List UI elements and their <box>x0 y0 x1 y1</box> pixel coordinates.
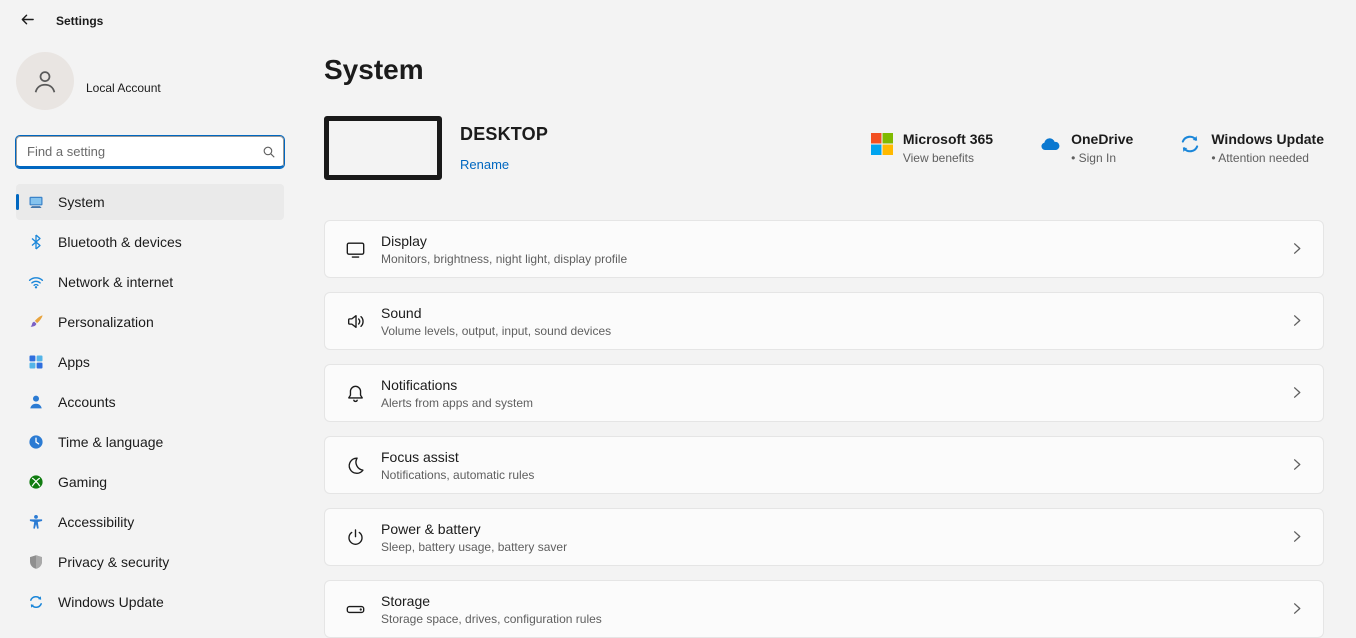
apps-grid-icon <box>28 354 44 370</box>
setting-title: Storage <box>381 593 602 609</box>
sidebar-item-apps[interactable]: Apps <box>16 344 284 380</box>
sidebar-item-label: Time & language <box>58 434 163 450</box>
sidebar-item-gaming[interactable]: Gaming <box>16 464 284 500</box>
setting-subtitle: Sleep, battery usage, battery saver <box>381 540 567 554</box>
sidebar: Local Account System Bluetooth & devices <box>16 50 284 624</box>
windows-update-sync-icon <box>1179 133 1201 155</box>
wifi-icon <box>28 274 44 290</box>
titlebar: Settings <box>12 8 103 34</box>
sidebar-item-label: Accounts <box>58 394 116 410</box>
settings-list: Display Monitors, brightness, night ligh… <box>324 220 1324 638</box>
status-onedrive[interactable]: OneDrive • Sign In <box>1039 131 1133 165</box>
chevron-right-icon <box>1289 457 1305 473</box>
accounts-person-icon <box>28 394 44 410</box>
device-name: DESKTOP <box>460 124 548 145</box>
app-title: Settings <box>56 14 103 28</box>
rename-link[interactable]: Rename <box>460 157 548 172</box>
sidebar-item-label: Windows Update <box>58 594 164 610</box>
power-icon <box>343 525 367 549</box>
person-icon <box>30 62 60 101</box>
xbox-icon <box>28 474 44 490</box>
shield-icon <box>28 554 44 570</box>
device-image <box>324 116 442 180</box>
device-wallpaper <box>324 116 442 180</box>
status-title: OneDrive <box>1071 131 1133 147</box>
sidebar-item-accessibility[interactable]: Accessibility <box>16 504 284 540</box>
sidebar-item-label: Apps <box>58 354 90 370</box>
sidebar-item-privacy-security[interactable]: Privacy & security <box>16 544 284 580</box>
sidebar-item-label: Gaming <box>58 474 107 490</box>
setting-subtitle: Alerts from apps and system <box>381 396 533 410</box>
sidebar-item-windows-update[interactable]: Windows Update <box>16 584 284 620</box>
account-name: Local Account <box>86 81 161 95</box>
back-button[interactable] <box>12 8 42 34</box>
sidebar-item-system[interactable]: System <box>16 184 284 220</box>
system-icon <box>28 194 44 210</box>
bluetooth-icon <box>28 234 44 250</box>
sidebar-item-label: Accessibility <box>58 514 134 530</box>
accessibility-person-icon <box>28 514 44 530</box>
setting-row-display[interactable]: Display Monitors, brightness, night ligh… <box>324 220 1324 278</box>
status-windows-update[interactable]: Windows Update • Attention needed <box>1179 131 1324 165</box>
setting-row-sound[interactable]: Sound Volume levels, output, input, soun… <box>324 292 1324 350</box>
page-title: System <box>324 52 1324 88</box>
settings-window: Settings Local Account System <box>0 0 1356 638</box>
setting-subtitle: Storage space, drives, configuration rul… <box>381 612 602 626</box>
chevron-right-icon <box>1289 601 1305 617</box>
avatar <box>16 52 74 110</box>
search-input[interactable] <box>17 144 255 159</box>
setting-row-notifications[interactable]: Notifications Alerts from apps and syste… <box>324 364 1324 422</box>
setting-title: Display <box>381 233 627 249</box>
display-icon <box>343 237 367 261</box>
sidebar-nav: System Bluetooth & devices Network & int… <box>16 184 284 620</box>
status-microsoft-365[interactable]: Microsoft 365 View benefits <box>871 131 993 165</box>
brush-icon <box>28 314 44 330</box>
windows-update-icon <box>28 594 44 610</box>
device-header: DESKTOP Rename Microsoft 365 View benefi… <box>324 116 1324 180</box>
status-title: Windows Update <box>1211 131 1324 147</box>
clock-globe-icon <box>28 434 44 450</box>
setting-subtitle: Notifications, automatic rules <box>381 468 534 482</box>
status-subtitle: View benefits <box>903 151 993 165</box>
onedrive-cloud-icon <box>1039 133 1061 155</box>
chevron-right-icon <box>1289 241 1305 257</box>
sound-icon <box>343 309 367 333</box>
sidebar-item-label: System <box>58 194 105 210</box>
chevron-right-icon <box>1289 313 1305 329</box>
sidebar-item-personalization[interactable]: Personalization <box>16 304 284 340</box>
sidebar-item-bluetooth-devices[interactable]: Bluetooth & devices <box>16 224 284 260</box>
sidebar-item-label: Network & internet <box>58 274 173 290</box>
account-row[interactable]: Local Account <box>16 50 284 112</box>
setting-title: Power & battery <box>381 521 567 537</box>
setting-title: Focus assist <box>381 449 534 465</box>
search-box[interactable] <box>16 136 284 168</box>
setting-subtitle: Volume levels, output, input, sound devi… <box>381 324 611 338</box>
sidebar-item-label: Personalization <box>58 314 154 330</box>
storage-drive-icon <box>343 597 367 621</box>
chevron-right-icon <box>1289 529 1305 545</box>
setting-row-focus-assist[interactable]: Focus assist Notifications, automatic ru… <box>324 436 1324 494</box>
sidebar-item-label: Bluetooth & devices <box>58 234 182 250</box>
setting-title: Sound <box>381 305 611 321</box>
search-icon[interactable] <box>255 145 283 159</box>
status-subtitle: • Attention needed <box>1211 151 1324 165</box>
status-subtitle: • Sign In <box>1071 151 1133 165</box>
setting-subtitle: Monitors, brightness, night light, displ… <box>381 252 627 266</box>
setting-row-power-battery[interactable]: Power & battery Sleep, battery usage, ba… <box>324 508 1324 566</box>
status-group: Microsoft 365 View benefits OneDrive • S… <box>871 131 1324 165</box>
sidebar-item-network-internet[interactable]: Network & internet <box>16 264 284 300</box>
sidebar-item-label: Privacy & security <box>58 554 169 570</box>
device-info: DESKTOP Rename <box>460 124 548 172</box>
sidebar-item-time-language[interactable]: Time & language <box>16 424 284 460</box>
sidebar-item-accounts[interactable]: Accounts <box>16 384 284 420</box>
microsoft-logo-icon <box>871 133 893 155</box>
bell-icon <box>343 381 367 405</box>
setting-title: Notifications <box>381 377 533 393</box>
back-arrow-icon <box>20 12 35 30</box>
moon-icon <box>343 453 367 477</box>
setting-row-storage[interactable]: Storage Storage space, drives, configura… <box>324 580 1324 638</box>
main-content: System DESKTOP Rename Microsoft 365 View… <box>324 52 1324 638</box>
status-title: Microsoft 365 <box>903 131 993 147</box>
chevron-right-icon <box>1289 385 1305 401</box>
